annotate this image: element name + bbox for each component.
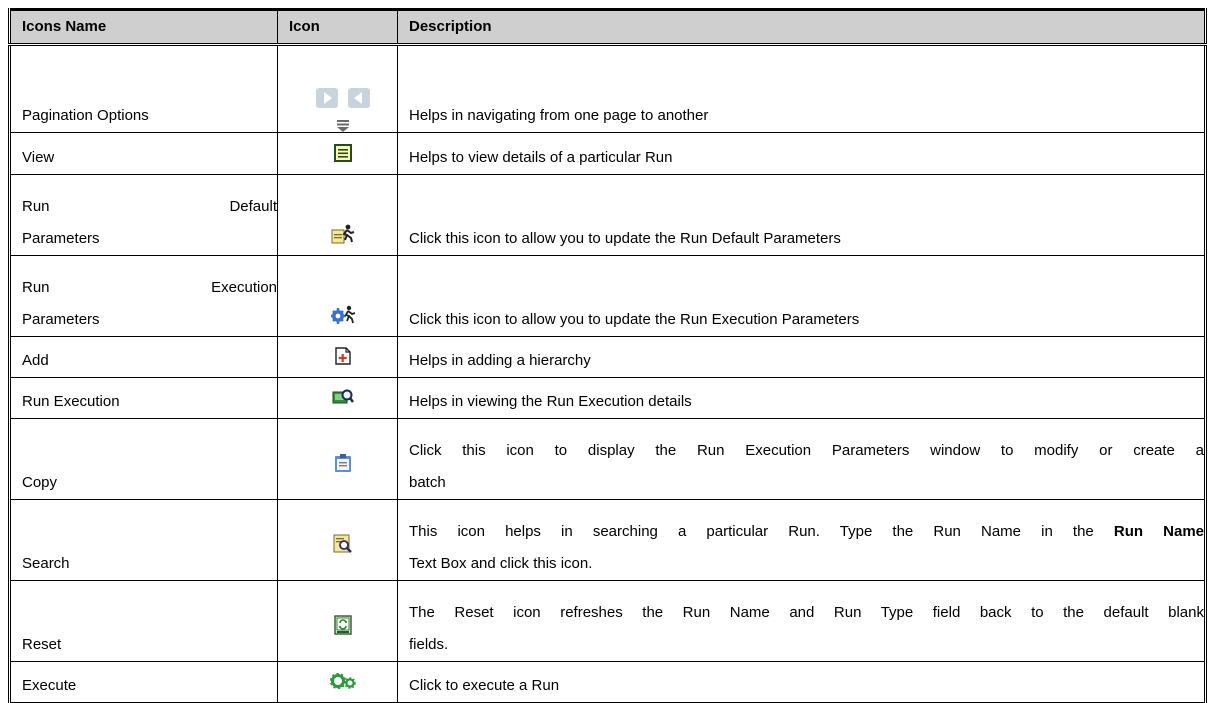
table-row: View Helps to view details of a particul… bbox=[9, 132, 1206, 175]
icon-cell bbox=[277, 335, 398, 378]
description-cell: Click this icon to allow you to update t… bbox=[397, 254, 1206, 337]
description-line: The Reset icon refreshes the Run Name an… bbox=[409, 603, 1204, 621]
description-cell: Helps in adding a hierarchy bbox=[397, 335, 1206, 378]
icon-name-line1-right: Execution bbox=[211, 278, 277, 296]
run-default-parameters-icon[interactable] bbox=[331, 224, 355, 244]
table-row: Copy Click this icon to display the Run … bbox=[9, 417, 1206, 500]
previous-page-icon[interactable] bbox=[348, 88, 370, 109]
icon-cell bbox=[277, 43, 398, 134]
icon-cell bbox=[277, 579, 398, 662]
description-text: This icon helps in searching a particula… bbox=[409, 522, 1114, 540]
table-row: Run Default Parameters Click this icon t… bbox=[9, 173, 1206, 256]
icon-cell bbox=[277, 660, 398, 703]
icon-name-cell: Execute bbox=[9, 660, 278, 703]
description-cell: Click this icon to display the Run Execu… bbox=[397, 417, 1206, 500]
description-cell: Helps to view details of a particular Ru… bbox=[397, 132, 1206, 175]
add-icon[interactable] bbox=[334, 347, 352, 365]
icon-cell bbox=[277, 417, 398, 500]
icon-name-line1-left: Run bbox=[22, 278, 50, 296]
icon-name-cell: Run Default Parameters bbox=[9, 173, 278, 256]
icon-name-cell: Run Execution bbox=[9, 376, 278, 419]
table-row: Execute Click to execute a Run bbox=[9, 660, 1206, 703]
icons-table: Icons Name Icon Description Pagination O… bbox=[8, 8, 1207, 703]
icon-name-cell: Copy bbox=[9, 417, 278, 500]
icon-cell bbox=[277, 376, 398, 419]
pagination-dropdown-icon[interactable] bbox=[336, 120, 350, 132]
column-header-description: Description bbox=[397, 9, 1206, 46]
table-row: Run Execution Helps in viewing the Run E… bbox=[9, 376, 1206, 419]
description-cell: Helps in viewing the Run Execution detai… bbox=[397, 376, 1206, 419]
table-row: Pagination Options Helps in navigating f… bbox=[9, 43, 1206, 134]
description-line: Text Box and click this icon. bbox=[409, 554, 593, 572]
table-row: Reset The Reset icon refreshes the Run N… bbox=[9, 579, 1206, 662]
column-header-icons-name: Icons Name bbox=[9, 9, 278, 46]
icon-name-line2: Parameters bbox=[22, 310, 100, 328]
execute-icon[interactable] bbox=[330, 673, 356, 690]
icon-name-cell: Search bbox=[9, 498, 278, 581]
icon-name-line1-right: Default bbox=[229, 197, 277, 215]
icon-cell bbox=[277, 173, 398, 256]
description-bold-term: Run Name bbox=[1113, 522, 1204, 540]
run-execution-parameters-icon[interactable] bbox=[331, 305, 355, 325]
icon-name-cell: Run Execution Parameters bbox=[9, 254, 278, 337]
icon-name-line2: Parameters bbox=[22, 229, 100, 247]
next-page-icon[interactable] bbox=[316, 88, 338, 109]
search-icon[interactable] bbox=[333, 534, 353, 554]
icon-name-cell: View bbox=[9, 132, 278, 175]
description-line: fields. bbox=[409, 635, 449, 653]
description-line: Click this icon to display the Run Execu… bbox=[409, 441, 1204, 459]
icon-cell bbox=[277, 132, 398, 175]
description-cell: Click to execute a Run bbox=[397, 660, 1206, 703]
table-row: Search This icon helps in searching a pa… bbox=[9, 498, 1206, 581]
table-row: Add Helps in adding a hierarchy bbox=[9, 335, 1206, 378]
icon-name-cell: Reset bbox=[9, 579, 278, 662]
copy-icon[interactable] bbox=[334, 453, 352, 473]
description-line: This icon helps in searching a particula… bbox=[409, 516, 1204, 548]
icon-name-cell: Add bbox=[9, 335, 278, 378]
icon-name-line1-left: Run bbox=[22, 197, 50, 215]
description-line: batch bbox=[409, 473, 446, 491]
icon-cell bbox=[277, 498, 398, 581]
run-execution-icon[interactable] bbox=[332, 388, 354, 406]
icon-cell bbox=[277, 254, 398, 337]
description-cell: Helps in navigating from one page to ano… bbox=[397, 43, 1206, 134]
table-row: Run Execution Parameters Click this icon… bbox=[9, 254, 1206, 337]
description-cell: The Reset icon refreshes the Run Name an… bbox=[397, 579, 1206, 662]
view-details-icon[interactable] bbox=[334, 143, 352, 162]
description-cell: This icon helps in searching a particula… bbox=[397, 498, 1206, 581]
table-header-row: Icons Name Icon Description bbox=[9, 9, 1206, 46]
description-cell: Click this icon to allow you to update t… bbox=[397, 173, 1206, 256]
reset-icon[interactable] bbox=[334, 615, 352, 635]
icon-name-cell: Pagination Options bbox=[9, 43, 278, 134]
column-header-icon: Icon bbox=[277, 9, 398, 46]
cropped-caption bbox=[0, 0, 1212, 7]
